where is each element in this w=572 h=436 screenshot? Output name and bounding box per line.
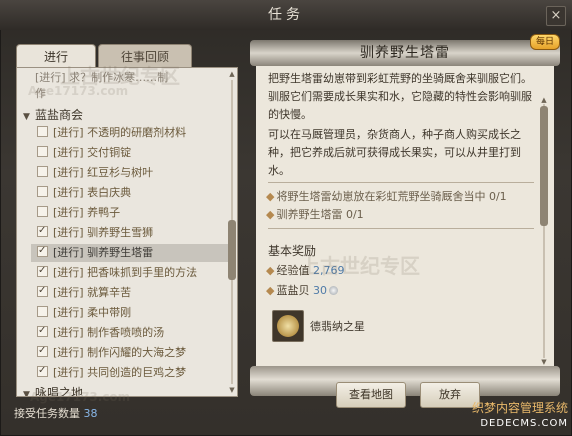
quest-list-panel: [进行] 求？制作冰寒……制 作 ▼ 蓝盐商会 [进行] 不透明的研磨剂材料 [进… [16, 67, 238, 397]
objective-item: ◆ 将野生塔雷幼崽放在彩虹荒野坐骑厩舍当中 0/1 [266, 188, 507, 206]
reward-item-slot[interactable] [272, 310, 304, 342]
category-header[interactable]: ▼ 咏唱之地 [23, 384, 84, 397]
quest-item[interactable]: [进行] 把香味抓到手里的方法 [37, 262, 227, 282]
category-header[interactable]: ▼ 蓝盐商会 [23, 106, 83, 124]
track-checkbox[interactable] [37, 342, 48, 360]
accepted-count: 接受任务数量 38 [14, 405, 98, 421]
reward-exp: ◆ 经验值 2,769 [266, 262, 344, 278]
exp-label: 经验值 [276, 264, 310, 277]
daily-badge: 每日 [530, 34, 560, 50]
objective-item: ◆ 驯养野生塔雷 0/1 [266, 206, 364, 224]
detail-scrollbar[interactable]: ▲ ▼ [540, 96, 548, 366]
currency-value: 30 [312, 284, 327, 297]
quest-list-scrollbar[interactable]: ▲ ▼ [228, 70, 236, 394]
quest-item[interactable]: [进行] 制作闪耀的大海之梦 [37, 342, 227, 362]
quest-item[interactable]: [进行] 表白庆典 [37, 184, 227, 202]
tab-in-progress[interactable]: 进行 [16, 44, 96, 68]
scroll-up-icon[interactable]: ▲ [540, 96, 548, 104]
window-title: 任务 [0, 0, 572, 30]
quest-description: 把野生塔雷幼崽带到彩虹荒野的坐骑厩舍来驯服它们。驯服它们需要成长果实和水，它隐藏… [268, 70, 538, 182]
track-checkbox[interactable] [37, 306, 48, 317]
objective-text: 驯养野生塔雷 0/1 [276, 208, 364, 221]
quest-label: [进行] 表白庆典 [53, 186, 132, 199]
exp-value: 2,769 [312, 264, 345, 277]
track-checkbox[interactable] [37, 166, 48, 177]
quest-label: [进行] 交付铜锭 [53, 146, 132, 159]
description-paragraph: 把野生塔雷幼崽带到彩虹荒野的坐骑厩舍来驯服它们。驯服它们需要成长果实和水，它隐藏… [268, 72, 532, 121]
reward-item-name: 德翡纳之星 [310, 320, 365, 333]
quest-item[interactable]: [进行] 驯养野生雪狮 [37, 222, 227, 242]
reward-currency: ◆ 蓝盐贝 30 [266, 282, 338, 298]
quest-item[interactable]: [进行] 就算辛苦 [37, 282, 227, 302]
accepted-label: 接受任务数量 [14, 407, 80, 420]
track-checkbox[interactable] [37, 262, 48, 280]
quest-label: [进行] 养鸭子 [53, 206, 121, 219]
collapse-arrow-icon: ▼ [23, 390, 30, 397]
quest-label: [进行] 红豆杉与树叶 [53, 166, 154, 179]
cms-watermark-logo: 织梦内容管理系统 DEDECMS.COM [448, 400, 568, 434]
quest-label: [进行] 把香味抓到手里的方法 [53, 266, 198, 279]
track-checkbox[interactable] [37, 222, 48, 240]
quest-label: [进行] 驯养野生雪狮 [53, 226, 154, 239]
quest-label: [进行] 共同创造的巨鸡之梦 [53, 366, 187, 379]
quest-item[interactable]: [进行] 共同创造的巨鸡之梦 [37, 362, 227, 382]
quest-item[interactable]: [进行] 养鸭子 [37, 204, 227, 222]
cut-off-quest-row[interactable]: [进行] 求？制作冰寒……制 作 [35, 70, 225, 102]
track-checkbox[interactable] [37, 146, 48, 157]
track-checkbox[interactable] [37, 126, 48, 137]
description-paragraph: 可以在马厩管理员，杂货商人，种子商人购买成长之种，把它养成后就可获得成长果实，可… [268, 128, 521, 177]
track-checkbox[interactable] [37, 242, 48, 260]
quest-item-selected[interactable]: [进行] 驯养野生塔雷 [31, 242, 233, 262]
quest-item[interactable]: [进行] 交付铜锭 [37, 144, 227, 162]
currency-label: 蓝盐贝 [276, 284, 310, 297]
quest-item[interactable]: [进行] 制作香喷喷的汤 [37, 322, 227, 342]
view-map-button[interactable]: 查看地图 [336, 382, 406, 408]
track-checkbox[interactable] [37, 322, 48, 340]
scroll-down-icon[interactable]: ▼ [228, 386, 236, 394]
scroll-thumb[interactable] [228, 220, 236, 280]
bullet-icon: ◆ [266, 264, 275, 277]
quest-label: [进行] 制作香喷喷的汤 [53, 326, 165, 339]
bullet-icon: ◆ [266, 190, 275, 203]
divider [268, 182, 534, 183]
track-checkbox[interactable] [37, 362, 48, 380]
category-label: 蓝盐商会 [35, 108, 84, 122]
quest-label: [进行] 柔中带刚 [53, 306, 132, 319]
objective-text: 将野生塔雷幼崽放在彩虹荒野坐骑厩舍当中 0/1 [276, 190, 507, 203]
quest-detail-panel: 把野生塔雷幼崽带到彩虹荒野的坐骑厩舍来驯服它们。驯服它们需要成长果实和水，它隐藏… [256, 66, 554, 366]
bullet-icon: ◆ [266, 284, 275, 297]
category-label: 咏唱之地 [35, 386, 84, 397]
track-checkbox[interactable] [37, 206, 48, 217]
cut-off-quest-text: 作 [35, 87, 46, 100]
quest-label: [进行] 不透明的研磨剂材料 [53, 126, 187, 139]
cut-off-quest-text: [进行] 求？制作冰寒……制 [35, 71, 169, 84]
scroll-down-icon[interactable]: ▼ [540, 358, 548, 366]
quest-item[interactable]: [进行] 不透明的研磨剂材料 [37, 124, 227, 142]
tab-history[interactable]: 往事回顾 [98, 44, 192, 68]
star-medal-icon [277, 315, 299, 337]
cms-domain: DEDECMS.COM [480, 418, 568, 429]
collapse-arrow-icon: ▼ [23, 112, 30, 122]
track-checkbox[interactable] [37, 282, 48, 300]
scroll-up-icon[interactable]: ▲ [228, 70, 236, 78]
coin-icon [328, 286, 338, 295]
scroll-thumb[interactable] [540, 106, 548, 226]
accepted-number: 38 [83, 407, 98, 420]
bullet-icon: ◆ [266, 208, 275, 221]
quest-item[interactable]: [进行] 柔中带刚 [37, 304, 227, 322]
rewards-title: 基本奖励 [268, 244, 317, 258]
quest-label: [进行] 就算辛苦 [53, 286, 132, 299]
track-checkbox[interactable] [37, 186, 48, 197]
quest-item[interactable]: [进行] 红豆杉与树叶 [37, 164, 227, 182]
cms-title: 织梦内容管理系统 [471, 401, 568, 415]
close-button[interactable]: × [546, 6, 566, 26]
quest-detail-title: 驯养野生塔雷 [250, 40, 560, 66]
divider [268, 228, 534, 229]
quest-label: [进行] 驯养野生塔雷 [53, 246, 154, 259]
quest-label: [进行] 制作闪耀的大海之梦 [53, 346, 187, 359]
